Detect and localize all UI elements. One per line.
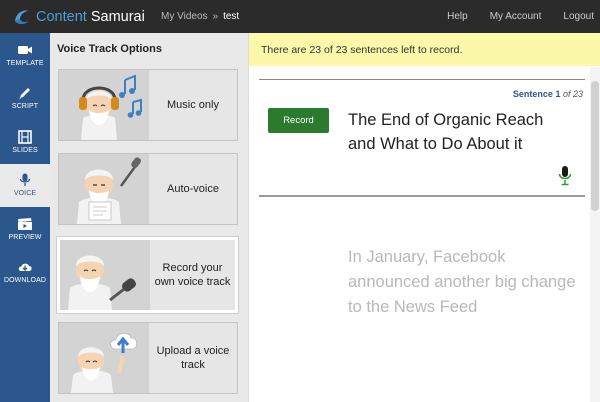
samurai-upload-illustration <box>59 323 149 393</box>
samurai-microphone-illustration <box>60 240 150 310</box>
scrollbar-thumb[interactable] <box>591 81 599 211</box>
breadcrumb-my-videos[interactable]: My Videos <box>161 11 208 22</box>
panel-title: Voice Track Options <box>57 43 162 55</box>
brand-name: Content Samurai <box>36 8 145 25</box>
sentence-total: of 23 <box>562 89 583 99</box>
recording-area: There are 23 of 23 sentences left to rec… <box>248 33 600 402</box>
breadcrumb: My Videos » test <box>161 11 239 22</box>
sidebar-item-download[interactable]: DOWNLOAD <box>0 251 50 295</box>
current-sentence-text: The End of Organic Reach and What to Do … <box>348 111 544 153</box>
cloud-download-icon <box>18 263 32 272</box>
sidebar-item-label: VOICE <box>13 190 37 198</box>
sidebar-item-template[interactable]: TEMPLATE <box>0 33 50 77</box>
video-camera-icon <box>18 45 32 54</box>
pencil-icon <box>19 88 30 100</box>
clapperboard-icon <box>18 217 32 230</box>
microphone-icon <box>19 173 31 187</box>
logo-icon <box>15 9 29 24</box>
current-sentence-card: Sentence 1 of 23 Record The End of Organ… <box>259 79 585 197</box>
option-upload-voice-track[interactable]: Upload a voice track <box>58 322 238 394</box>
sidebar-item-label: SCRIPT <box>11 103 39 111</box>
microphone-icon[interactable] <box>558 166 572 186</box>
option-label: Upload a voice track <box>156 345 230 371</box>
sentences-remaining-banner: There are 23 of 23 sentences left to rec… <box>249 33 600 66</box>
sidebar-item-preview[interactable]: PREVIEW <box>0 207 50 251</box>
sidebar-item-voice[interactable]: VOICE <box>0 163 50 207</box>
breadcrumb-current: test <box>223 11 240 22</box>
record-button[interactable]: Record <box>268 108 329 133</box>
top-bar: Content Samurai My Videos » test Help My… <box>0 0 600 33</box>
logout-link[interactable]: Logout <box>563 11 594 22</box>
logo[interactable]: Content Samurai <box>12 7 160 27</box>
film-icon <box>18 129 32 144</box>
breadcrumb-separator: » <box>212 11 219 22</box>
sidebar-item-label: DOWNLOAD <box>3 277 47 285</box>
option-music-only[interactable]: Music only <box>58 69 238 141</box>
help-link[interactable]: Help <box>447 11 468 22</box>
top-nav: Help My Account Logout <box>425 11 594 22</box>
samurai-headphones-illustration <box>59 70 149 140</box>
option-label: Record your own voice track <box>154 262 231 288</box>
voice-track-options-panel: Voice Track Options Music only Auto-voic… <box>50 33 248 402</box>
sidebar-item-label: TEMPLATE <box>6 59 44 67</box>
option-record-own-voice[interactable]: Record your own voice track <box>57 237 238 313</box>
my-account-link[interactable]: My Account <box>490 11 542 22</box>
step-sidebar: TEMPLATE SCRIPT SLIDES VOICE PREVIEW DOW… <box>0 33 50 402</box>
sentence-counter: Sentence 1 of 23 <box>513 89 583 99</box>
sentence-label: Sentence <box>512 89 553 99</box>
option-label: Music only <box>167 99 219 111</box>
option-auto-voice[interactable]: Auto-voice <box>58 153 238 225</box>
sentence-number: 1 <box>555 89 561 99</box>
sidebar-item-slides[interactable]: SLIDES <box>0 120 50 164</box>
sidebar-item-label: SLIDES <box>12 146 38 154</box>
sidebar-item-label: PREVIEW <box>8 233 42 241</box>
next-sentence-text: In January, Facebook announced another b… <box>348 248 576 316</box>
sidebar-item-script[interactable]: SCRIPT <box>0 77 50 121</box>
option-label: Auto-voice <box>167 183 219 195</box>
samurai-reading-illustration <box>59 154 149 224</box>
